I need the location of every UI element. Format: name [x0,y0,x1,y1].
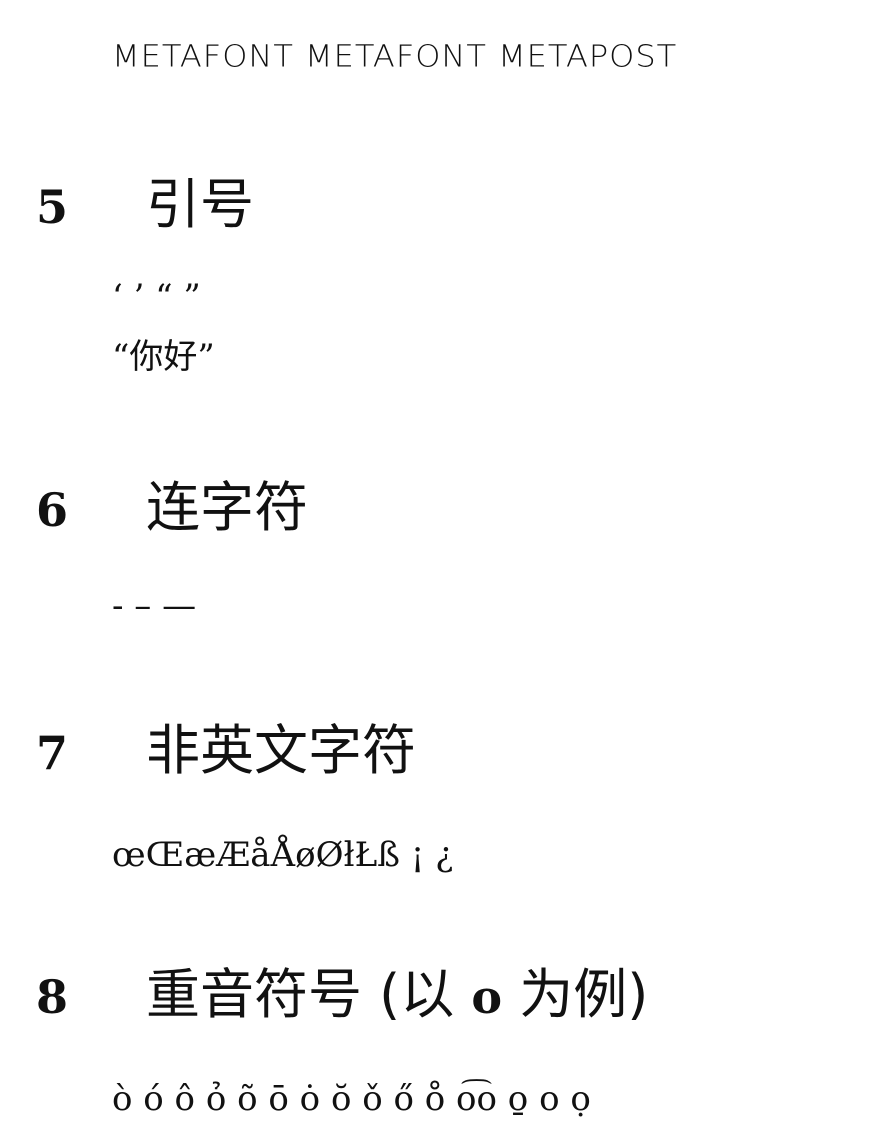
accents-line: ò ó ô ỏ õ ō ȯ ŏ ǒ ő o̊ o͡o o̱ o ọ [112,1079,591,1119]
section-title: 引号 [146,173,254,236]
section-number: 5 [36,180,69,234]
document-page: METAFONT METAFONT METAPOST 5 引号 ‘ ’ “ ” … [0,0,888,1134]
section-dashes: 6 连字符 - – — [36,463,856,626]
section-title: 重音符号 (以 o 为例) [146,950,648,1029]
section-heading: 5 引号 [36,160,856,239]
quoted-text-line: “你好” [112,337,215,377]
dashes-line: - – — [112,586,197,626]
section-number: 8 [36,970,69,1024]
section-title-part: 为例) [502,963,649,1026]
section-non-english: 7 非英文字符 œŒæÆåÅøØłŁß ¡ ¿ [36,706,856,875]
section-title: 连字符 [146,476,308,539]
section-quotes: 5 引号 ‘ ’ “ ” “你好” [36,160,856,378]
section-number: 7 [36,726,69,780]
section-heading: 7 非英文字符 [36,706,856,785]
quote-marks-line: ‘ ’ “ ” [112,277,201,317]
section-accents: 8 重音符号 (以 o 为例) ò ó ô ỏ õ ō ȯ ŏ ǒ ő o̊ o… [36,950,856,1119]
section-title-roman-o: o [471,970,503,1024]
section-number: 6 [36,483,69,537]
section-heading: 8 重音符号 (以 o 为例) [36,950,856,1029]
metafont-logo-line: METAFONT METAFONT METAPOST [112,38,678,75]
section-title: 非英文字符 [146,719,416,782]
section-heading: 6 连字符 [36,463,856,542]
special-chars-line: œŒæÆåÅøØłŁß ¡ ¿ [112,835,454,875]
section-title-part: 重音符号 (以 [146,963,472,1026]
